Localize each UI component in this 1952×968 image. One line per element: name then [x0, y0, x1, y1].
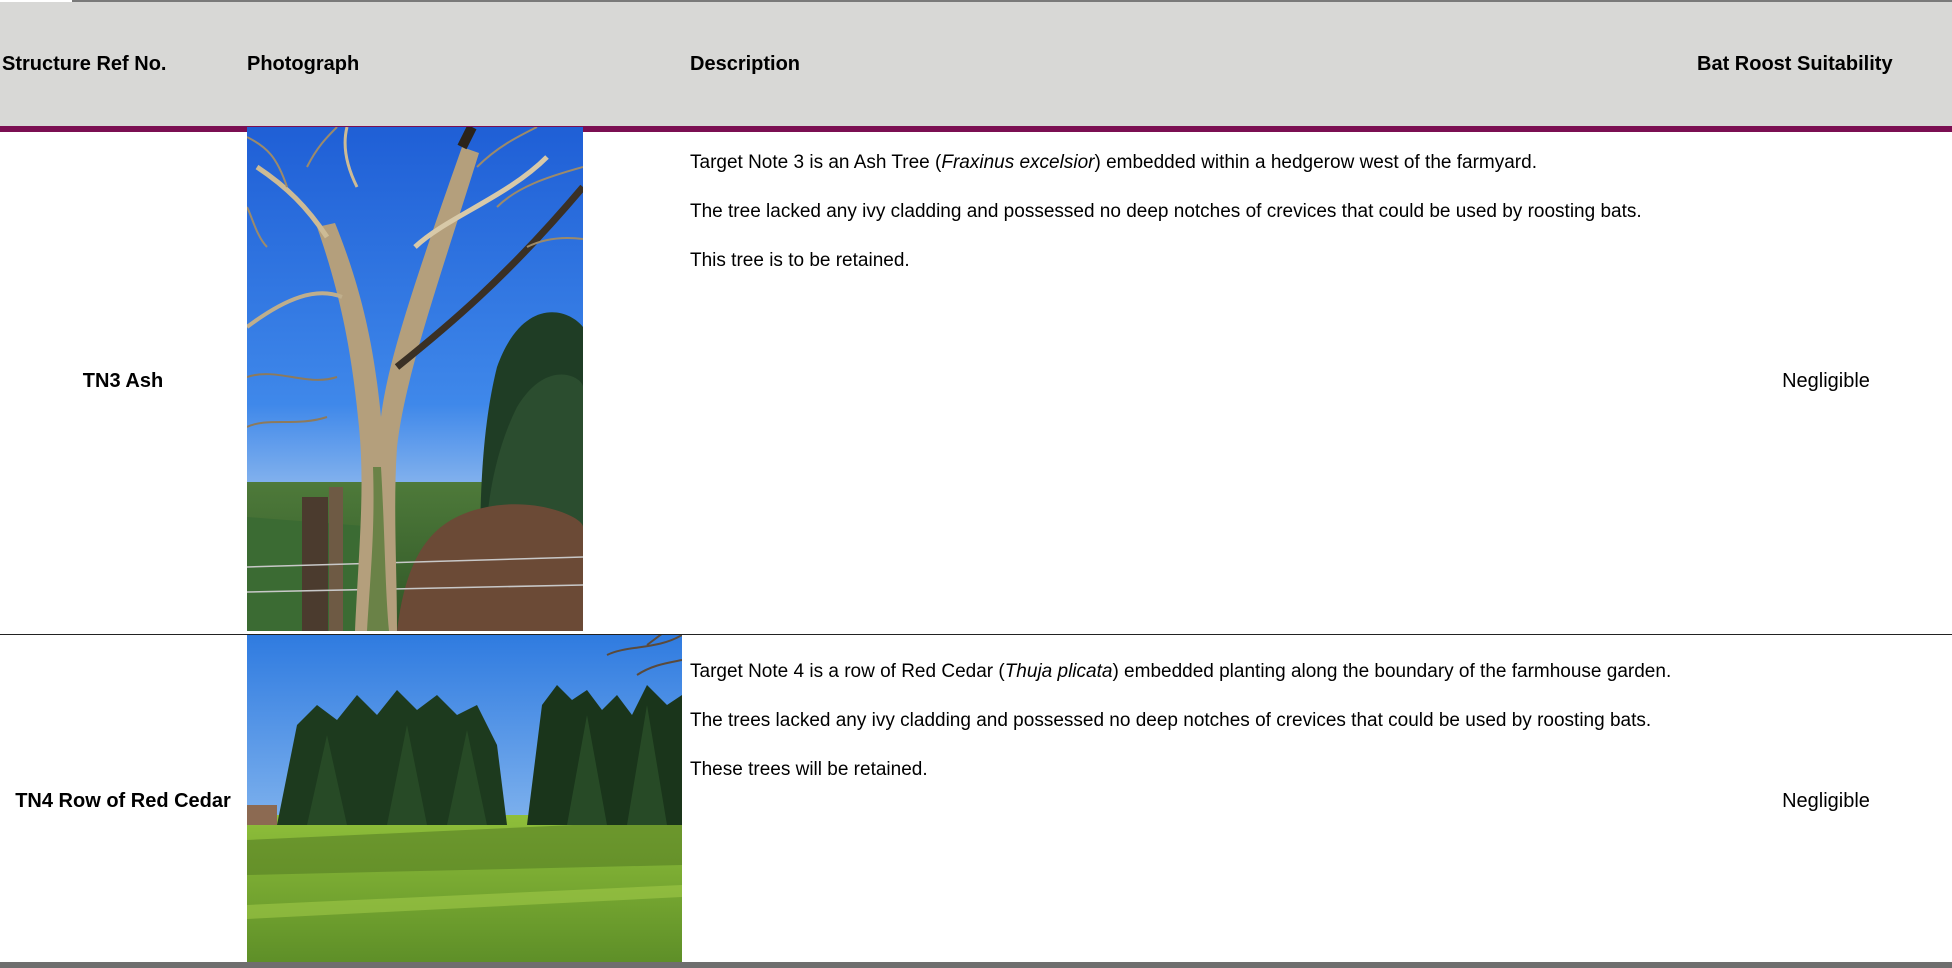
description-tn3-paragraph-2: The tree lacked any ivy cladding and pos…: [690, 201, 1642, 222]
structure-ref-tn4: TN4 Row of Red Cedar: [15, 790, 231, 812]
red-cedar-row-photo: [247, 635, 682, 962]
table-row-tn3: TN3 Ash Target Note 3 is an Ash Tree (Fr…: [0, 127, 1952, 634]
header-bat-roost-suitability: Bat Roost Suitability: [1697, 53, 1893, 75]
description-tn3-paragraph-1: Target Note 3 is an Ash Tree (Fraxinus e…: [690, 152, 1537, 173]
structure-ref-tn3: TN3 Ash: [82, 370, 164, 392]
red-cedar-row-photo-image: [247, 635, 682, 962]
header-description: Description: [690, 53, 801, 75]
description-tn4-paragraph-1: Target Note 4 is a row of Red Cedar (Thu…: [690, 661, 1672, 682]
description-tn3: Target Note 3 is an Ash Tree (Fraxinus e…: [690, 150, 1688, 297]
bottom-border-bar: [0, 962, 1952, 968]
table-row-tn4: TN4 Row of Red Cedar Target Note 4 is a …: [0, 635, 1952, 962]
survey-table-page: Structure Ref No. Photograph Description…: [0, 0, 1952, 968]
bat-roost-suitability-tn3: Negligible: [1782, 370, 1870, 392]
species-name: Fraxinus excelsior: [941, 152, 1095, 173]
bat-roost-suitability-tn4: Negligible: [1782, 790, 1870, 812]
description-tn4: Target Note 4 is a row of Red Cedar (Thu…: [690, 659, 1688, 806]
description-tn3-paragraph-3: This tree is to be retained.: [690, 250, 910, 271]
table-header: Structure Ref No. Photograph Description…: [0, 2, 1952, 132]
ash-tree-photo: [247, 127, 583, 631]
description-tn4-paragraph-2: The trees lacked any ivy cladding and po…: [690, 710, 1652, 731]
description-tn4-paragraph-3: These trees will be retained.: [690, 759, 928, 780]
header-structure-ref: Structure Ref No.: [2, 53, 167, 75]
header-photograph: Photograph: [247, 53, 360, 75]
species-name: Thuja plicata: [1004, 661, 1113, 682]
ash-tree-photo-image: [247, 127, 583, 631]
